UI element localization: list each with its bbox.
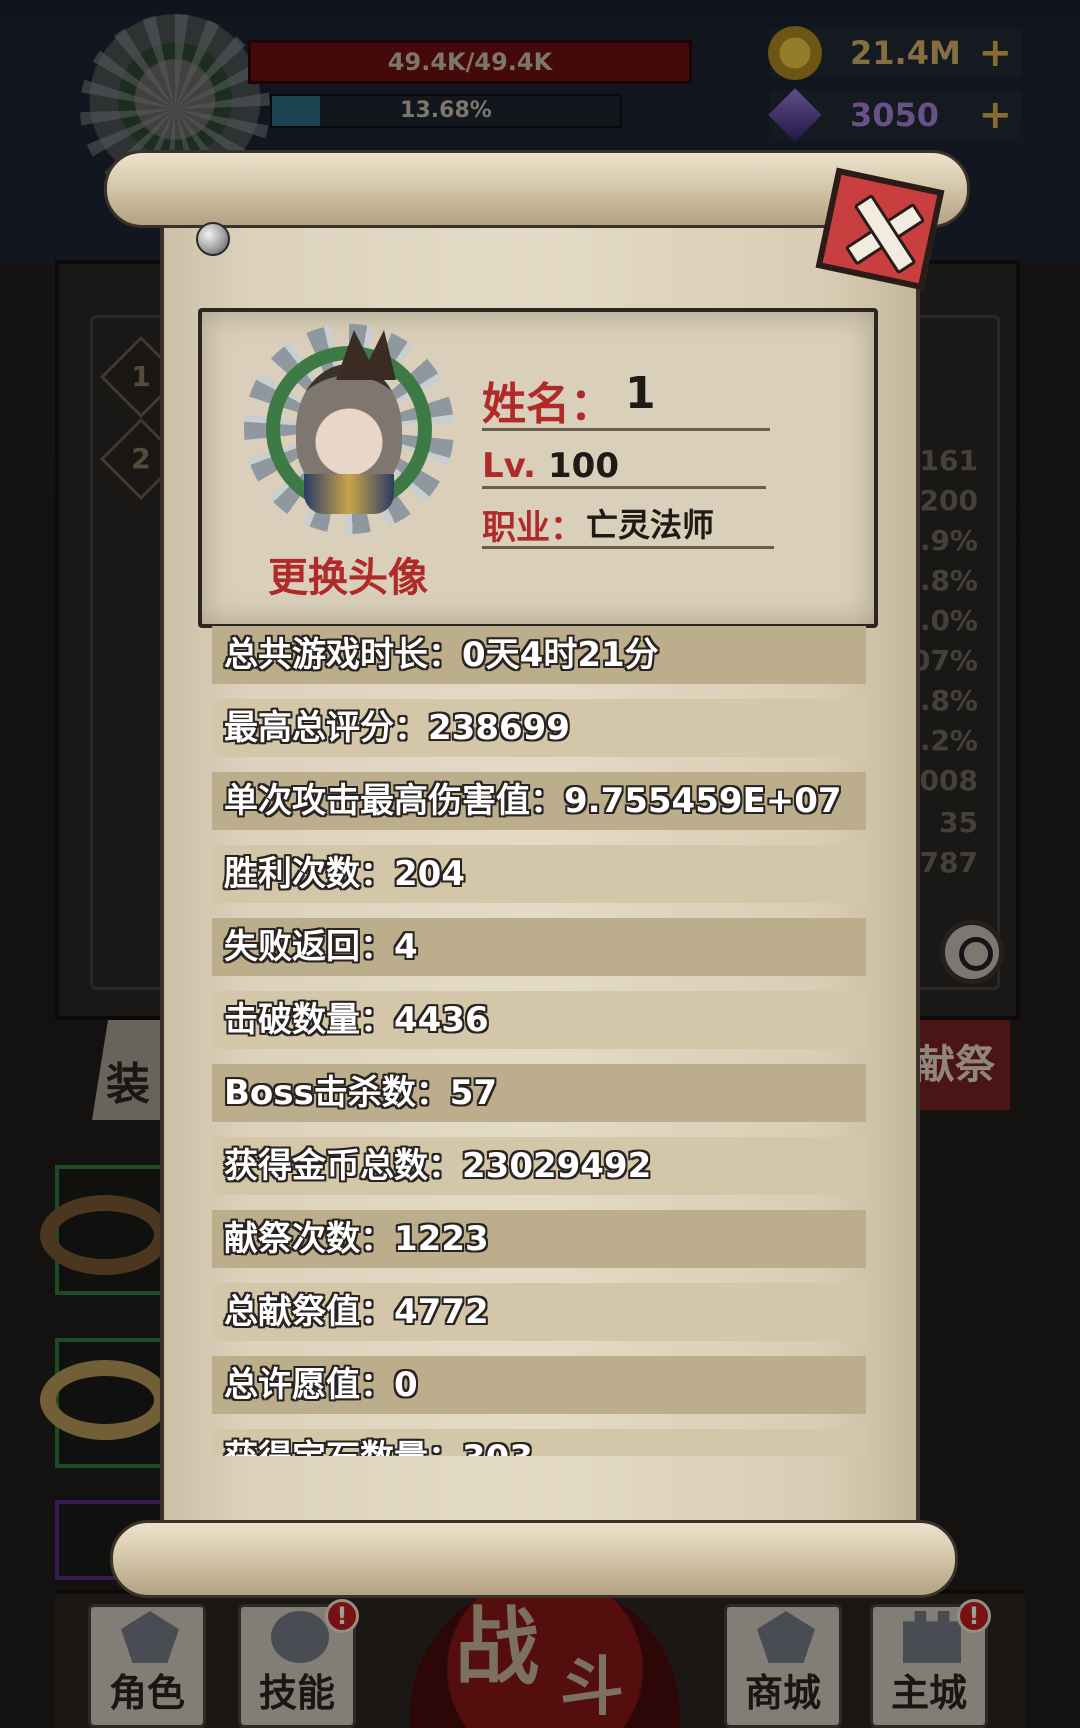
- level-label: Lv.: [482, 446, 536, 486]
- player-avatar[interactable]: [244, 324, 454, 534]
- stat-row-wins: 胜利次数：204: [212, 845, 866, 903]
- scroll-rod-bottom: [110, 1520, 958, 1598]
- stat-row-sacrifice-value: 总献祭值：4772: [212, 1283, 866, 1341]
- stat-row-best-score: 最高总评分：238699: [212, 699, 866, 757]
- name-value: 1: [625, 368, 656, 419]
- level-value: 100: [548, 446, 619, 486]
- stat-row-kills: 击破数量：4436: [212, 991, 866, 1049]
- divider: [482, 546, 774, 549]
- stat-row-failures: 失败返回：4: [212, 918, 866, 976]
- stat-row-wish-value: 总许愿值：0: [212, 1356, 866, 1414]
- name-label: 姓名：: [482, 379, 614, 430]
- stat-row-sacrifices: 献祭次数：1223: [212, 1210, 866, 1268]
- stat-row-gold-total: 获得金币总数：23029492: [212, 1137, 866, 1195]
- stat-row-boss-kills: Boss击杀数：57: [212, 1064, 866, 1122]
- stat-row-play-time: 总共游戏时长：0天4时21分: [212, 626, 866, 684]
- job-label: 职业：: [482, 508, 584, 548]
- pin-icon: [196, 222, 230, 256]
- divider: [482, 428, 770, 431]
- change-avatar-button[interactable]: 更换头像: [228, 545, 468, 603]
- avatar-collar: [304, 474, 394, 514]
- divider: [482, 486, 766, 489]
- stat-row-max-damage: 单次攻击最高伤害值：9.755459E+07: [212, 772, 866, 830]
- job-value: 亡灵法师: [586, 506, 715, 544]
- stat-row-gems-total: 获得宝石数量：303: [212, 1429, 866, 1456]
- stats-list[interactable]: 总共游戏时长：0天4时21分 最高总评分：238699 单次攻击最高伤害值：9.…: [212, 618, 866, 1456]
